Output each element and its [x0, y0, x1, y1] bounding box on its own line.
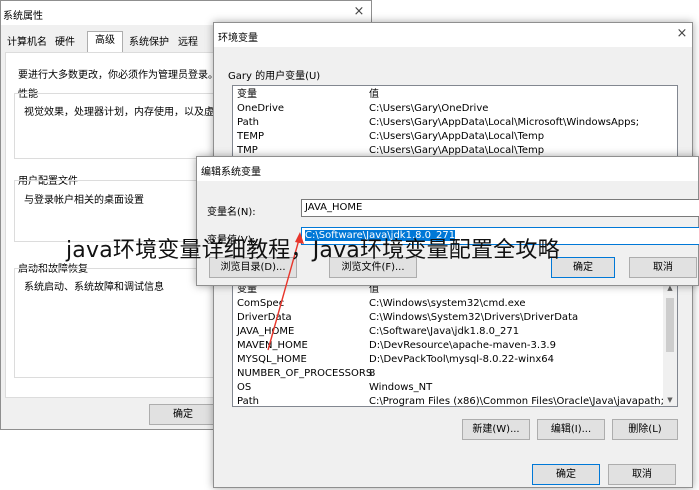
list-item[interactable]: ComSpec C:\Windows\system32\cmd.exe: [233, 297, 665, 311]
variable-value: 8: [369, 368, 376, 379]
variable-value: D:\DevPackTool\mysql-8.0.22-winx64: [369, 354, 554, 365]
tab-system-protection[interactable]: 系统保护: [127, 34, 171, 52]
variable-name-label: 变量名(N):: [207, 207, 256, 218]
list-item[interactable]: JAVA_HOME C:\Software\Java\jdk1.8.0_271: [233, 325, 665, 339]
profile-desc: 与登录帐户相关的桌面设置: [24, 195, 144, 206]
environment-ok-button[interactable]: 确定: [532, 464, 600, 485]
admin-note: 要进行大多数更改，你必须作为管理员登录。: [18, 70, 218, 81]
system-properties-title: 系统属性: [3, 11, 43, 22]
variable-value: C:\Users\Gary\AppData\Local\Microsoft\Wi…: [369, 117, 640, 128]
variable-value: C:\Windows\System32\Drivers\DriverData: [369, 312, 579, 323]
new-variable-button[interactable]: 新建(W)...: [462, 419, 530, 440]
variable-value: C:\Users\Gary\AppData\Local\Temp: [369, 131, 545, 142]
variable-value: C:\Users\Gary\OneDrive: [369, 103, 489, 114]
list-item[interactable]: MAVEN_HOME D:\DevResource\apache-maven-3…: [233, 339, 665, 353]
tab-hardware[interactable]: 硬件: [52, 34, 78, 52]
column-header-variable: 变量: [237, 89, 257, 100]
list-item[interactable]: NUMBER_OF_PROCESSORS 8: [233, 367, 665, 381]
list-item[interactable]: MYSQL_HOME D:\DevPackTool\mysql-8.0.22-w…: [233, 353, 665, 367]
variable-name: Path: [237, 117, 259, 128]
variable-name: OneDrive: [237, 103, 285, 114]
scroll-down-icon[interactable]: ▼: [663, 394, 677, 406]
list-item[interactable]: TEMP C:\Users\Gary\AppData\Local\Temp: [233, 130, 665, 144]
list-item[interactable]: Path C:\Program Files (x86)\Common Files…: [233, 395, 677, 407]
edit-system-variable-dialog: 编辑系统变量 变量名(N): JAVA_HOME 变量值(V): C:\Soft…: [196, 156, 699, 286]
variable-name: DriverData: [237, 312, 292, 323]
system-variables-list[interactable]: 变量 值 ComSpec C:\Windows\system32\cmd.exe…: [232, 281, 678, 407]
environment-variables-titlebar: 环境变量 ×: [214, 23, 692, 47]
startup-desc: 系统启动、系统故障和调试信息: [24, 282, 164, 293]
list-header: 变量 值: [233, 88, 665, 102]
list-item[interactable]: DriverData C:\Windows\System32\Drivers\D…: [233, 311, 665, 325]
system-properties-ok-button[interactable]: 确定: [149, 404, 217, 425]
variable-name: MAVEN_HOME: [237, 340, 308, 351]
edit-dialog-titlebar: 编辑系统变量: [197, 157, 698, 181]
list-item[interactable]: OneDrive C:\Users\Gary\OneDrive: [233, 102, 665, 116]
variable-name: JAVA_HOME: [237, 326, 295, 337]
scrollbar-thumb[interactable]: [666, 298, 674, 352]
list-item[interactable]: Path C:\Users\Gary\AppData\Local\Microso…: [233, 116, 665, 130]
tab-remote[interactable]: 远程: [176, 34, 200, 52]
variable-value: C:\Program Files (x86)\Common Files\Orac…: [369, 396, 678, 407]
edit-dialog-cancel-button[interactable]: 取消: [629, 257, 697, 278]
variable-name: OS: [237, 382, 252, 393]
variable-value: Windows_NT: [369, 382, 433, 393]
variable-name-input[interactable]: JAVA_HOME: [301, 199, 699, 217]
delete-variable-button[interactable]: 删除(L): [612, 419, 678, 440]
edit-dialog-title: 编辑系统变量: [201, 167, 261, 178]
list-item[interactable]: OS Windows_NT: [233, 381, 665, 395]
environment-variables-title: 环境变量: [218, 33, 258, 44]
tab-advanced[interactable]: 高级: [87, 31, 123, 53]
close-icon[interactable]: ×: [351, 4, 367, 20]
variable-value: D:\DevResource\apache-maven-3.3.9: [369, 340, 556, 351]
edit-variable-button[interactable]: 编辑(I)...: [537, 419, 605, 440]
scrollbar[interactable]: ▲ ▼: [663, 282, 677, 406]
variable-name: MYSQL_HOME: [237, 354, 307, 365]
variable-name: NUMBER_OF_PROCESSORS: [237, 368, 373, 379]
performance-desc: 视觉效果，处理器计划，内存使用，以及虚拟: [24, 107, 224, 118]
variable-name: TEMP: [237, 131, 265, 142]
environment-cancel-button[interactable]: 取消: [608, 464, 676, 485]
variable-value: C:\Windows\system32\cmd.exe: [369, 298, 526, 309]
article-overlay-title: java环境变量详细教程，Java环境变量配置全攻略: [66, 238, 560, 263]
tab-computer-name[interactable]: 计算机名: [6, 34, 48, 52]
variable-value: C:\Software\Java\jdk1.8.0_271: [369, 326, 520, 337]
close-icon[interactable]: ×: [674, 26, 690, 42]
edit-dialog-ok-button[interactable]: 确定: [551, 257, 615, 278]
user-variables-section: Gary 的用户变量(U): [228, 71, 321, 82]
column-header-value: 值: [369, 89, 379, 100]
user-variables-list[interactable]: 变量 值 OneDrive C:\Users\Gary\OneDrive Pat…: [232, 85, 678, 161]
variable-name: ComSpec: [237, 298, 285, 309]
variable-name: Path: [237, 396, 259, 407]
